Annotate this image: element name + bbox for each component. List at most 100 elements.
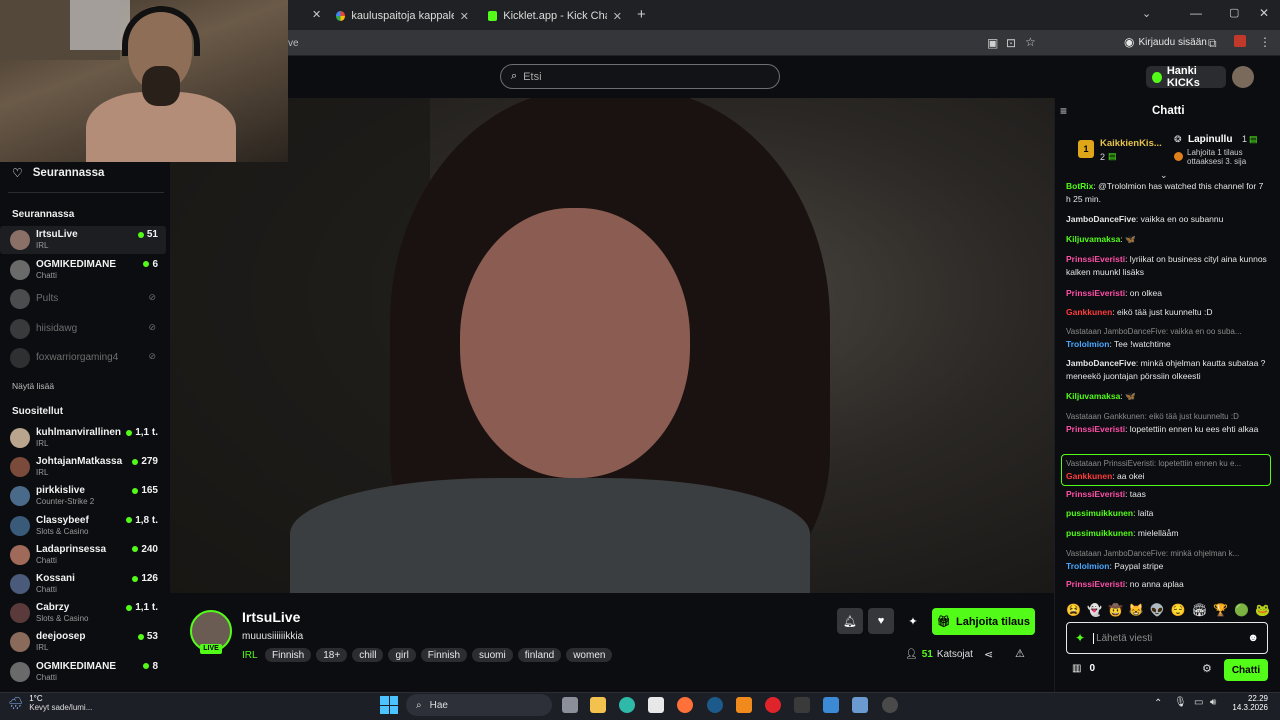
gift-subscription-button[interactable]: 🎁︎ Lahjoita tilaus — [932, 608, 1035, 635]
sign-in-button[interactable]: ◉ Kirjaudu sisään — [1124, 35, 1207, 49]
sidebar-item-following[interactable]: Pults ⊘ — [0, 285, 166, 313]
sidebar-item-recommended[interactable]: Kossani Chatti 126 — [0, 570, 166, 598]
vlc-icon[interactable] — [736, 697, 752, 713]
edge-icon[interactable] — [619, 697, 635, 713]
browser-tab-kicklet[interactable]: Kicklet.app - Kick Chatbot and C ✕ — [482, 5, 628, 27]
leader1-name[interactable]: KaikkienKis... — [1100, 138, 1162, 149]
chat-username[interactable]: JamboDanceFive — [1066, 214, 1136, 224]
chat-username[interactable]: Trololmion — [1066, 339, 1109, 349]
stream-category[interactable]: IRL — [242, 650, 258, 661]
stream-tag[interactable]: 18+ — [316, 648, 348, 662]
chat-username[interactable]: PrinssiEveristi — [1066, 489, 1125, 499]
tray-chevron-icon[interactable]: ⌃ — [1154, 698, 1162, 709]
url-text[interactable]: ve — [288, 38, 299, 49]
report-icon[interactable]: ⚠ — [1015, 647, 1025, 660]
emote-icon[interactable]: 😫 — [1066, 603, 1081, 617]
store-icon[interactable] — [648, 697, 664, 713]
emote-icon[interactable]: 🐸 — [1255, 603, 1270, 617]
chat-username[interactable]: PrinssiEveristi — [1066, 579, 1125, 589]
chat-username[interactable]: PrinssiEveristi — [1066, 254, 1125, 264]
tab-list-chevron-icon[interactable]: ⌄ — [1142, 7, 1151, 20]
sidebar-item-recommended[interactable]: pirkkislive Counter-Strike 2 165 — [0, 482, 166, 510]
sidebar-item-recommended[interactable]: Ladaprinsessa Chatti 240 — [0, 541, 166, 569]
stream-tag[interactable]: suomi — [472, 648, 513, 662]
window-close-icon[interactable]: ✕ — [1259, 6, 1269, 20]
stream-tag[interactable]: Finnish — [265, 648, 312, 662]
taskbar-search[interactable]: ⌕ Hae — [406, 694, 552, 716]
install-icon[interactable]: ⊡ — [1006, 36, 1016, 50]
following-header[interactable]: ♡ Seurannassa — [12, 166, 104, 180]
file-explorer-icon[interactable] — [590, 697, 606, 713]
chat-settings-icon[interactable]: ⚙ — [1202, 662, 1212, 675]
maximize-icon[interactable]: ▢ — [1229, 6, 1239, 19]
chat-username[interactable]: pussimuikkunen — [1066, 528, 1133, 538]
emote-icon[interactable]: 🤠 — [1108, 603, 1123, 617]
sidebar-item-following[interactable]: IrtsuLive IRL 51 — [0, 226, 166, 254]
chat-username[interactable]: Gankkunen — [1066, 307, 1112, 317]
volume-icon[interactable]: 🔊︎ — [1210, 697, 1216, 708]
weather-widget[interactable]: 🌧︎ 1°C Kevyt sade/lumi... — [8, 694, 92, 712]
search-input[interactable]: ⌕ Etsi — [500, 64, 780, 89]
channel-name[interactable]: IrtsuLive — [242, 609, 300, 625]
stream-tag[interactable]: finland — [517, 648, 562, 662]
chat-username[interactable]: Trololmion — [1066, 561, 1109, 571]
emote-icon[interactable]: 🏆 — [1213, 603, 1228, 617]
firefox-icon[interactable] — [677, 697, 693, 713]
network-icon[interactable]: ▭ — [1194, 697, 1203, 708]
steam-icon[interactable] — [707, 697, 723, 713]
get-kicks-button[interactable]: Hanki KICKs — [1146, 65, 1226, 89]
terminal-icon[interactable] — [794, 697, 810, 713]
stream-tag[interactable]: Finnish — [420, 648, 468, 662]
microphone-icon[interactable]: 🎙︎ — [1174, 697, 1187, 708]
chat-input[interactable]: ✦ Lähetä viesti ☻ — [1066, 622, 1268, 654]
windows-start-icon[interactable] — [380, 696, 398, 714]
sidebar-item-recommended[interactable]: OGMIKEDIMANE Chatti 8 — [0, 658, 166, 686]
sidebar-item-following[interactable]: foxwarriorgaming4 ⊘ — [0, 344, 166, 372]
opera-icon[interactable] — [765, 697, 781, 713]
chat-username[interactable]: BotRix — [1066, 181, 1093, 191]
minimize-icon[interactable]: — — [1190, 6, 1202, 20]
chat-username[interactable]: Gankkunen — [1066, 471, 1112, 481]
app-icon[interactable] — [852, 697, 868, 713]
video-player[interactable] — [170, 98, 1054, 593]
new-tab-icon[interactable]: + — [637, 6, 646, 23]
notification-bell-button[interactable]: 🔔︎ — [837, 608, 863, 634]
sidebar-item-recommended[interactable]: Classybeef Slots & Casino 1,8 t. — [0, 512, 166, 540]
menu-icon[interactable]: ⋮ — [1259, 35, 1271, 49]
show-more-link[interactable]: Näytä lisää — [12, 381, 54, 391]
emote-icon[interactable]: 🏟 — [1192, 603, 1207, 617]
close-tab-icon[interactable]: ✕ — [613, 10, 622, 23]
sidebar-item-recommended[interactable]: deejoosep IRL 53 — [0, 628, 166, 656]
sidebar-item-recommended[interactable]: kuhlmanvirallinen IRL 1,1 t. — [0, 424, 166, 452]
sidebar-item-following[interactable]: hiisidawg ⊘ — [0, 315, 166, 343]
close-icon[interactable]: ✕ — [312, 8, 321, 21]
emote-icon[interactable]: 🟢 — [1234, 603, 1249, 617]
stream-tag[interactable]: women — [566, 648, 613, 662]
clock[interactable]: 22.29 14.3.2026 — [1232, 694, 1268, 712]
close-tab-icon[interactable]: ✕ — [460, 10, 469, 23]
sparkle-button[interactable]: ✦ — [900, 608, 926, 634]
chat-username[interactable]: PrinssiEveristi — [1066, 288, 1125, 298]
task-view-icon[interactable] — [562, 697, 578, 713]
sidebar-item-recommended[interactable]: Cabrzy Slots & Casino 1,1 t. — [0, 599, 166, 627]
screenshot-icon[interactable]: ▣ — [987, 36, 998, 50]
sidebar-item-following[interactable]: OGMIKEDIMANE Chatti 6 — [0, 256, 166, 284]
user-avatar[interactable] — [1232, 66, 1254, 88]
extensions-icon[interactable]: ⧉ — [1208, 36, 1217, 51]
sparkle-icon[interactable]: ✦ — [1075, 631, 1085, 645]
emote-icon[interactable]: 😌 — [1171, 603, 1186, 617]
emote-icon[interactable]: 👽 — [1150, 603, 1165, 617]
stream-tag[interactable]: girl — [388, 648, 416, 662]
share-icon[interactable]: ⋖ — [984, 648, 993, 661]
channel-points[interactable]: ▥ 0 — [1072, 663, 1095, 674]
chat-username[interactable]: pussimuikkunen — [1066, 508, 1133, 518]
browser-tab-google[interactable]: kauluspaitoja kappale - Google ✕ — [330, 5, 475, 27]
app-icon[interactable] — [823, 697, 839, 713]
chat-username[interactable]: JamboDanceFive — [1066, 358, 1136, 368]
sidebar-item-recommended[interactable]: JohtajanMatkassa IRL 279 — [0, 453, 166, 481]
chat-username[interactable]: PrinssiEveristi — [1066, 424, 1125, 434]
stream-tag[interactable]: chill — [352, 648, 384, 662]
bookmark-star-icon[interactable]: ☆ — [1025, 35, 1036, 49]
emote-icon[interactable]: 👻 — [1087, 603, 1102, 617]
chat-username[interactable]: Kiljuvamaksa — [1066, 391, 1120, 401]
